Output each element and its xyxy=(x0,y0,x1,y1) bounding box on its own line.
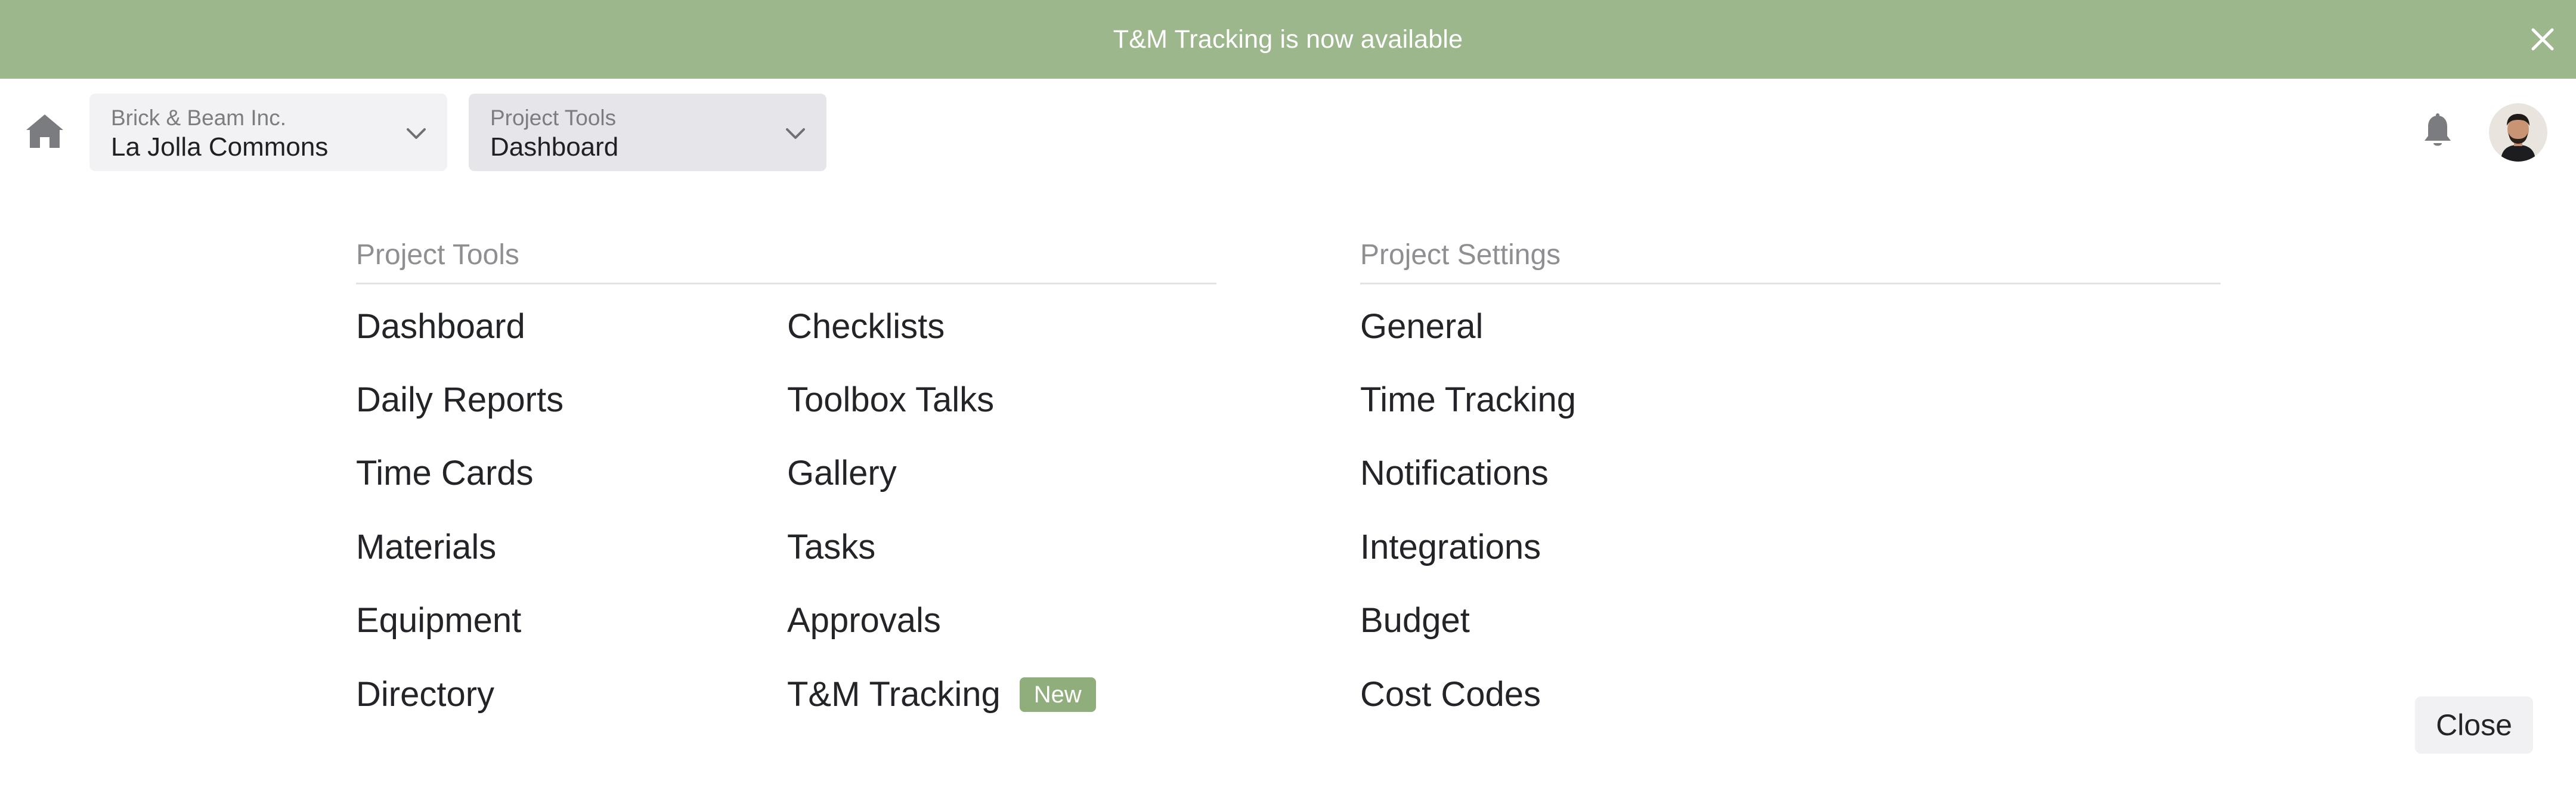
menu-item-tm-tracking-label: T&M Tracking xyxy=(787,675,1001,714)
close-icon[interactable] xyxy=(2527,24,2558,55)
project-settings-title: Project Settings xyxy=(1360,239,1561,271)
settings-item-integrations[interactable]: Integrations xyxy=(1360,527,1541,567)
chevron-down-icon xyxy=(407,128,426,139)
settings-item-time-tracking[interactable]: Time Tracking xyxy=(1360,380,1576,420)
menu-item-materials[interactable]: Materials xyxy=(356,527,496,567)
menu-item-time-cards[interactable]: Time Cards xyxy=(356,453,534,493)
settings-item-notifications[interactable]: Notifications xyxy=(1360,453,1549,493)
menu-item-approvals[interactable]: Approvals xyxy=(787,600,941,640)
menu-item-equipment[interactable]: Equipment xyxy=(356,600,521,640)
menu-item-gallery[interactable]: Gallery xyxy=(787,453,897,493)
settings-item-budget[interactable]: Budget xyxy=(1360,600,1470,640)
menu-item-toolbox-talks[interactable]: Toolbox Talks xyxy=(787,380,994,420)
project-name: La Jolla Commons xyxy=(111,132,329,162)
tool-picker-value: Dashboard xyxy=(490,132,619,162)
tool-picker[interactable]: Project Tools Dashboard xyxy=(469,94,826,171)
banner-message: T&M Tracking is now available xyxy=(1113,24,1463,54)
home-icon[interactable] xyxy=(24,112,66,150)
menu-item-directory[interactable]: Directory xyxy=(356,674,494,714)
chevron-down-icon xyxy=(786,128,805,139)
menu-item-checklists[interactable]: Checklists xyxy=(787,306,945,346)
tool-picker-label: Project Tools xyxy=(490,106,617,130)
menu-item-tasks[interactable]: Tasks xyxy=(787,527,875,567)
settings-item-cost-codes[interactable]: Cost Codes xyxy=(1360,674,1541,714)
settings-item-general[interactable]: General xyxy=(1360,306,1483,346)
company-name: Brick & Beam Inc. xyxy=(111,106,287,130)
close-button[interactable]: Close xyxy=(2415,696,2533,754)
menu-item-daily-reports[interactable]: Daily Reports xyxy=(356,380,564,420)
menu-item-dashboard[interactable]: Dashboard xyxy=(356,306,525,346)
project-tools-divider xyxy=(356,283,1216,284)
new-badge: New xyxy=(1019,677,1096,712)
project-settings-divider xyxy=(1360,283,2221,284)
menu-item-tm-tracking[interactable]: T&M Tracking New xyxy=(787,674,1096,714)
project-tools-title: Project Tools xyxy=(356,239,519,271)
avatar[interactable] xyxy=(2489,103,2547,162)
project-picker[interactable]: Brick & Beam Inc. La Jolla Commons xyxy=(89,94,447,171)
bell-icon[interactable] xyxy=(2421,112,2454,151)
announcement-banner: T&M Tracking is now available xyxy=(0,0,2576,79)
